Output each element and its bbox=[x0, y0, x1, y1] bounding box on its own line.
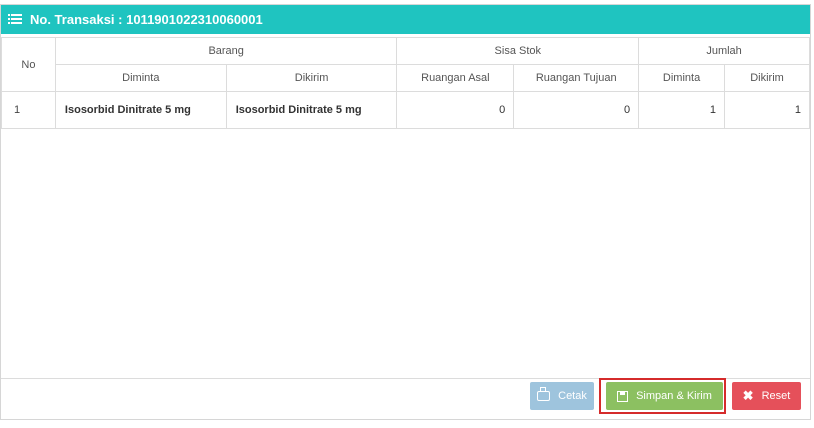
cell-jumlah-dikirim: 1 bbox=[724, 91, 810, 129]
reset-button-label: Reset bbox=[761, 390, 791, 402]
col-header-jumlah-diminta: Diminta bbox=[638, 64, 726, 92]
col-header-jumlah: Jumlah bbox=[638, 37, 810, 65]
close-icon: ✖ bbox=[742, 388, 754, 403]
col-header-no: No bbox=[1, 37, 56, 92]
panel-header: No. Transaksi : 1011901022310060001 bbox=[1, 5, 810, 34]
table-row[interactable]: 1 Isosorbid Dinitrate 5 mg Isosorbid Din… bbox=[1, 91, 810, 129]
print-button-label: Cetak bbox=[558, 390, 587, 402]
print-button[interactable]: Cetak bbox=[530, 382, 594, 410]
cell-ruangan-tujuan: 0 bbox=[513, 91, 640, 129]
cell-jumlah-diminta: 1 bbox=[638, 91, 726, 129]
save-and-send-button-label: Simpan & Kirim bbox=[636, 390, 712, 402]
col-header-jumlah-dikirim: Dikirim bbox=[724, 64, 810, 92]
save-and-send-button[interactable]: Simpan & Kirim bbox=[606, 382, 723, 410]
reset-button[interactable]: ✖ Reset bbox=[732, 382, 801, 410]
col-header-barang-diminta: Diminta bbox=[54, 64, 227, 92]
cell-ruangan-asal: 0 bbox=[396, 91, 515, 129]
cell-barang-dikirim: Isosorbid Dinitrate 5 mg bbox=[225, 91, 398, 129]
cell-no: 1 bbox=[1, 91, 56, 129]
col-header-ruangan-tujuan: Ruangan Tujuan bbox=[513, 64, 640, 92]
col-header-sisa-stok: Sisa Stok bbox=[396, 37, 640, 65]
floppy-icon bbox=[617, 390, 629, 402]
col-header-ruangan-asal: Ruangan Asal bbox=[396, 64, 515, 92]
printer-icon bbox=[537, 387, 551, 401]
col-header-barang-dikirim: Dikirim bbox=[225, 64, 398, 92]
transfer-table: No Barang Sisa Stok Jumlah Diminta Dikir… bbox=[1, 37, 810, 129]
transaction-title: No. Transaksi : 1011901022310060001 bbox=[30, 12, 263, 27]
cell-barang-diminta: Isosorbid Dinitrate 5 mg bbox=[54, 91, 227, 129]
col-header-barang: Barang bbox=[54, 37, 398, 65]
list-icon bbox=[8, 14, 22, 25]
transaction-panel: No. Transaksi : 1011901022310060001 No B… bbox=[0, 4, 811, 420]
